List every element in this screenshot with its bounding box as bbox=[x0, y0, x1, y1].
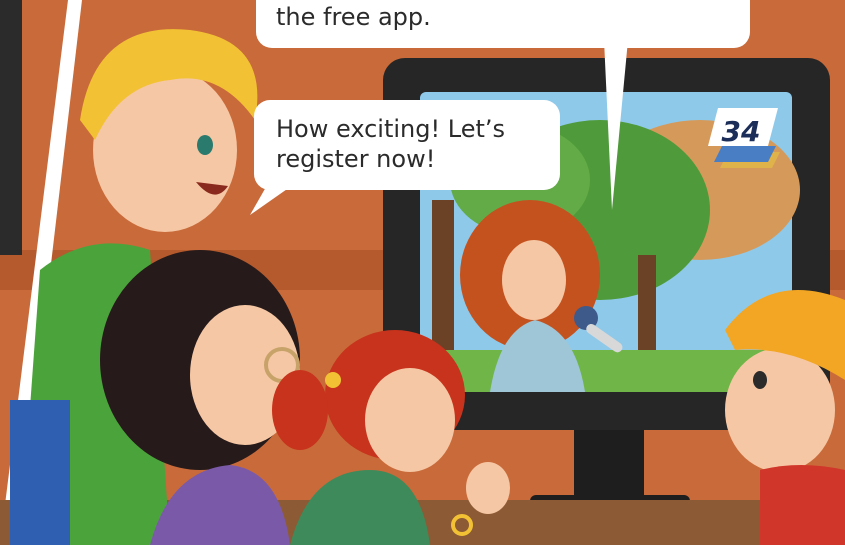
redhead-hand bbox=[466, 462, 510, 514]
tv-stand-neck bbox=[574, 430, 644, 500]
hair-tie bbox=[325, 372, 341, 388]
boy-cap-eye bbox=[753, 371, 767, 389]
comic-scene bbox=[0, 0, 845, 545]
speech-bubble-top: the free app. bbox=[256, 0, 750, 48]
boy-blue-sleeve bbox=[10, 400, 70, 545]
boy-blond-eye bbox=[197, 135, 213, 155]
presenter-face bbox=[502, 240, 566, 320]
tree-trunk bbox=[638, 255, 656, 365]
speech-bubble-middle-text: How exciting! Let’s register now! bbox=[276, 115, 506, 173]
comic-panel: the free app. How exciting! Let’s regist… bbox=[0, 0, 845, 545]
boy-cap-face bbox=[725, 348, 835, 472]
left-monitor-edge bbox=[0, 0, 22, 255]
speech-bubble-middle: How exciting! Let’s register now! bbox=[254, 100, 560, 190]
redhead-ponytail bbox=[272, 370, 328, 450]
channel-badge-number: 34 bbox=[721, 115, 761, 148]
boy-red-shirt bbox=[760, 465, 845, 545]
left-tree-trunk bbox=[432, 200, 454, 360]
redhead-face bbox=[365, 368, 455, 472]
speech-bubble-top-text: the free app. bbox=[276, 3, 431, 31]
